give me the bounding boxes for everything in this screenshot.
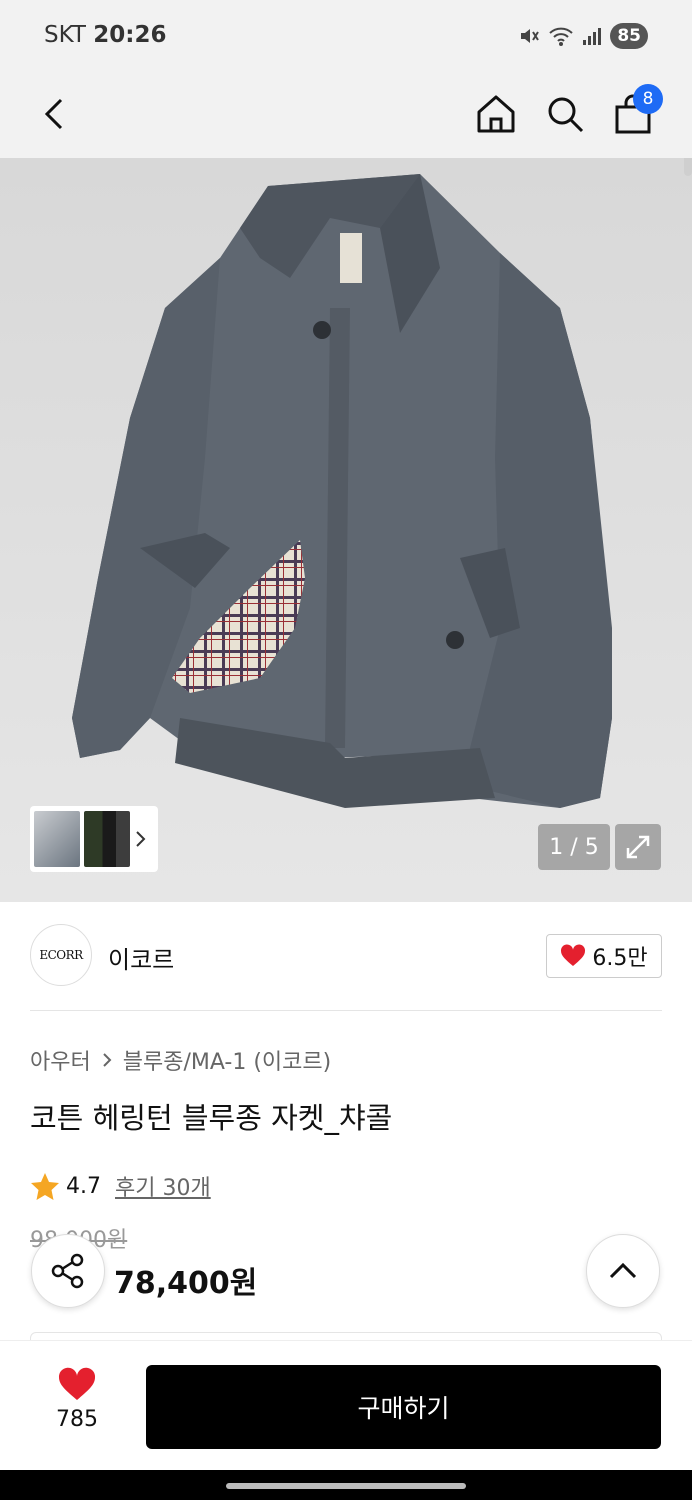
back-button[interactable] — [24, 84, 84, 144]
scroll-indicator — [684, 158, 692, 176]
thumbnail-jacket[interactable] — [34, 811, 80, 867]
clock: 20:26 — [93, 22, 167, 48]
review-link[interactable]: 후기 30개 — [115, 1170, 211, 1202]
thumbnail-model[interactable] — [84, 811, 130, 867]
breadcrumb: 아우터 블루종/MA-1 (이코르) — [30, 1044, 331, 1076]
thumbnail-strip[interactable] — [30, 806, 158, 872]
brand-like-button[interactable]: 6.5만 — [546, 934, 662, 978]
signal-icon — [583, 28, 602, 45]
chevron-up-icon — [609, 1262, 637, 1279]
battery-indicator: 85 — [610, 23, 648, 49]
breadcrumb-category[interactable]: 아우터 — [30, 1044, 91, 1076]
home-gesture-handle[interactable] — [226, 1483, 466, 1489]
bottom-action-bar: 785 구매하기 — [0, 1340, 692, 1470]
brand-name[interactable]: 이코르 — [108, 940, 174, 975]
share-icon — [51, 1253, 84, 1289]
brand-logo[interactable]: ECORR — [30, 924, 92, 986]
brand-logo-text: ECORR — [39, 948, 83, 962]
search-icon — [548, 97, 584, 133]
rating-row: 4.7 후기 30개 — [30, 1170, 211, 1202]
chevron-right-icon — [103, 1053, 112, 1067]
status-time-group: SKT 20:26 — [44, 22, 166, 48]
heart-icon — [58, 1367, 96, 1400]
share-button[interactable] — [31, 1234, 105, 1308]
chevron-right-icon[interactable] — [134, 829, 148, 849]
rating-value: 4.7 — [66, 1173, 101, 1199]
wifi-icon — [549, 27, 574, 46]
chevron-left-icon — [44, 98, 63, 130]
divider — [30, 1010, 662, 1011]
status-icons: 85 — [518, 22, 648, 50]
mute-icon — [521, 29, 540, 43]
status-bar: SKT 20:26 85 — [0, 0, 692, 72]
expand-icon — [626, 835, 650, 859]
brand-row: ECORR 이코르 6.5만 — [30, 924, 662, 986]
jacket-image — [72, 174, 612, 808]
wishlist-count: 785 — [56, 1407, 98, 1432]
product-image-gallery[interactable] — [0, 158, 692, 902]
home-icon — [477, 95, 515, 133]
scroll-top-button[interactable] — [586, 1234, 660, 1308]
home-button[interactable] — [466, 84, 526, 144]
cart-count-badge: 8 — [633, 84, 663, 114]
top-app-bar: 8 — [0, 72, 692, 158]
carrier: SKT — [44, 22, 86, 48]
product-title: 코튼 헤링턴 블루종 자켓_챠콜 — [30, 1101, 393, 1135]
brand-like-count: 6.5만 — [592, 946, 648, 971]
breadcrumb-subcategory[interactable]: 블루종/MA-1 (이코르) — [123, 1044, 332, 1076]
sale-price: 78,400원 — [114, 1266, 258, 1301]
buy-button[interactable]: 구매하기 — [146, 1365, 661, 1449]
wishlist-button[interactable]: 785 — [36, 1367, 118, 1432]
star-icon — [31, 1173, 59, 1200]
search-button[interactable] — [535, 84, 595, 144]
system-nav-bar — [0, 1470, 692, 1500]
heart-icon — [561, 944, 586, 966]
cart-button[interactable]: 8 — [603, 84, 663, 144]
image-counter: 1 / 5 — [538, 824, 610, 870]
expand-button[interactable] — [615, 824, 661, 870]
